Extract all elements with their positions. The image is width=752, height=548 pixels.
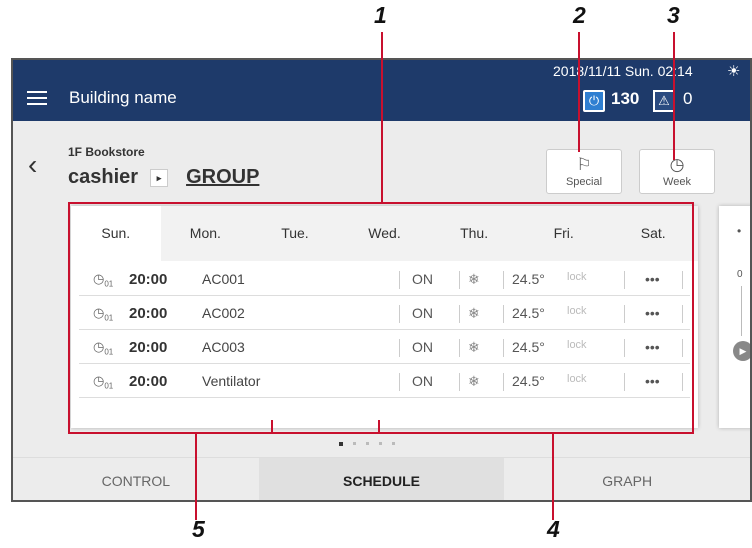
callout-1: 1 [374, 2, 387, 28]
callout-2: 2 [573, 2, 586, 28]
clock-list-icon: ◷ [669, 155, 685, 174]
callout-3: 3 [667, 2, 680, 28]
flag-icon: ⚐ [576, 155, 592, 174]
callout-2-leader [578, 32, 580, 152]
play-icon[interactable]: ▶ [733, 341, 750, 361]
breadcrumb: cashier ▸ GROUP [68, 166, 259, 189]
path-current: cashier [68, 166, 139, 188]
callout-5-bracket [68, 420, 273, 434]
location-label: 1F Bookstore [68, 145, 145, 159]
peek-line [741, 286, 742, 336]
page-dot-active[interactable] [339, 442, 343, 446]
callout-4: 4 [547, 516, 560, 542]
building-name: Building name [69, 88, 177, 107]
datetime: 2018/11/11 Sun. 02:14 [553, 63, 693, 79]
page-indicator [339, 442, 395, 446]
path-arrow-icon: ▸ [150, 168, 169, 187]
callout-4-bracket [378, 420, 694, 434]
page-dot[interactable] [379, 442, 382, 445]
callout-3-leader [673, 32, 675, 160]
special-label: Special [565, 176, 603, 188]
callout-1-bracket [68, 202, 694, 434]
menu-icon[interactable] [27, 91, 47, 105]
special-button[interactable]: ⚐ Special [546, 149, 622, 194]
callout-5-leader [195, 434, 197, 520]
power-count: 130 [611, 89, 640, 108]
peek-value: 0 [737, 269, 743, 280]
page-dot[interactable] [353, 442, 356, 445]
group-link[interactable]: GROUP [186, 166, 259, 189]
warning-count: 0 [683, 89, 693, 108]
page-dot[interactable] [392, 442, 395, 445]
sun-icon: ☀ [727, 63, 741, 80]
week-label: Week [663, 176, 691, 188]
tab-schedule[interactable]: SCHEDULE [258, 458, 505, 500]
callout-4-leader [552, 434, 554, 520]
page-dot[interactable] [366, 442, 369, 445]
tab-graph[interactable]: GRAPH [504, 458, 750, 500]
back-icon[interactable]: ‹ [28, 149, 37, 181]
callout-1-leader [381, 32, 383, 202]
next-card-peek[interactable]: • 0 ▶ [719, 206, 750, 428]
warning-icon: ⚠ [653, 90, 675, 112]
callout-5: 5 [192, 516, 205, 542]
power-icon: ⏻ [583, 90, 605, 112]
bottom-tabs: CONTROL SCHEDULE GRAPH [13, 457, 750, 500]
tab-control[interactable]: CONTROL [13, 458, 259, 500]
peek-dot: • [737, 224, 742, 238]
week-button[interactable]: ◷ Week [639, 149, 715, 194]
